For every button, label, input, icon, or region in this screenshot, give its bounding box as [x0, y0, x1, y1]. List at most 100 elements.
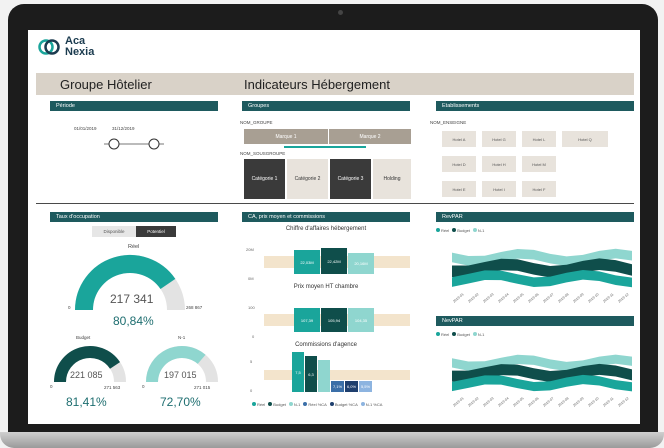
nom-enseigne-label: NOM_ENSEIGNE — [430, 120, 467, 125]
nevpar-month-tick: 2019-06 — [527, 396, 540, 408]
brand-line2: Nexia — [65, 46, 95, 58]
com-bar-budget-pct: 6,0% — [345, 381, 358, 392]
laptop-frame: Aca Nexia Groupe Hôtelier Indicateurs Hé… — [0, 0, 664, 448]
revpar-legend: Réel Budget N-1 — [436, 228, 484, 233]
gauge-budget-max: 271 563 — [104, 385, 121, 390]
legend-n1: N-1 — [293, 402, 301, 407]
nom-sousgroupe-label: NOM_SOUSGROUPE — [240, 151, 286, 156]
prix-chart-title: Prix moyen HT chambre — [293, 284, 359, 290]
slider-start-handle[interactable] — [108, 138, 120, 150]
legend-reel: Réel — [257, 402, 266, 407]
gauge-n1-min: 0 — [142, 384, 145, 389]
ca-header: CA, prix moyen et commissions — [242, 212, 410, 222]
hotel-tile[interactable]: Hotel D — [442, 156, 476, 172]
hotel-tile[interactable]: Hotel A — [442, 131, 476, 147]
legend-n1-pct: N-1 %CA — [365, 402, 383, 407]
nevpar-month-tick: 2019-12 — [617, 396, 630, 408]
prix-axis-zero: 0 — [252, 334, 255, 339]
page-title-indicators: Indicateurs Hébergement — [244, 77, 390, 92]
revpar-month-tick: 2019-09 — [572, 292, 585, 304]
nevpar-header: NevPAR — [436, 316, 634, 326]
nevpar-legend-budget: Budget — [457, 332, 470, 337]
slicer-categorie-1[interactable]: Catégorie 1 — [244, 159, 285, 199]
prix-bar-budget: 105,94 — [321, 308, 347, 332]
com-bar-reel: 7,5 — [292, 352, 304, 392]
slider-end-handle[interactable] — [148, 138, 160, 150]
nevpar-legend: Réel Budget N-1 — [436, 332, 484, 337]
com-bar-reel-pct: 7,1% — [331, 381, 344, 392]
brand-logo: Aca Nexia — [38, 36, 94, 58]
hotel-tile[interactable]: Hotel E — [442, 181, 476, 197]
slicer-categorie-2[interactable]: Catégorie 2 — [287, 159, 328, 199]
hotel-tile[interactable]: Hotel F — [522, 181, 556, 197]
nevpar-month-tick: 2019-10 — [587, 396, 600, 408]
ca-bar-n1: 20,16M — [348, 253, 374, 274]
etablissements-header: Etablissements — [436, 101, 634, 111]
com-bar-n1-pct: 5,5% — [359, 381, 372, 392]
period-slider[interactable] — [104, 137, 164, 151]
gauge-reel-min: 0 — [68, 305, 71, 310]
slicer-holding[interactable]: Holding — [373, 159, 411, 199]
webcam — [338, 10, 343, 15]
nevpar-month-tick: 2019-04 — [497, 396, 510, 408]
ca-legend: Réel Budget N-1 Réel %CA Budget %CA N-1 … — [252, 402, 382, 407]
prix-bar-reel: 107,39 — [294, 308, 320, 332]
revpar-legend-n1: N-1 — [477, 228, 485, 233]
title-bar: Groupe Hôtelier Indicateurs Hébergement — [36, 73, 634, 95]
toggle-disponible[interactable]: Disponible — [92, 226, 136, 237]
gauge-budget-min: 0 — [50, 384, 53, 389]
gauge-n1-pct: 72,70% — [160, 395, 201, 409]
revpar-month-tick: 2019-10 — [587, 292, 600, 304]
revpar-month-tick: 2019-11 — [602, 292, 615, 304]
hotel-tile[interactable]: Hotel L — [522, 131, 556, 147]
scroll-indicator — [284, 146, 366, 148]
revpar-legend-reel: Réel — [441, 228, 450, 233]
period-end-date[interactable]: 31/12/2019 — [112, 126, 135, 131]
hotel-tile[interactable]: Hotel G — [482, 131, 516, 147]
hotel-tile[interactable]: Hotel H — [482, 156, 516, 172]
slicer-marque-1[interactable]: Marque 1 — [244, 129, 328, 144]
nevpar-legend-n1: N-1 — [477, 332, 485, 337]
ca-bar-reel: 22,03M — [294, 250, 320, 274]
slicer-categorie-3[interactable]: Catégorie 3 — [330, 159, 371, 199]
gauge-reel-value: 217 341 — [110, 292, 154, 306]
com-bar-n1 — [318, 360, 330, 392]
revpar-legend-budget: Budget — [457, 228, 470, 233]
gauge-reel-pct: 80,84% — [113, 314, 154, 328]
revpar-month-tick: 2019-06 — [527, 292, 540, 304]
laptop-base — [0, 432, 664, 448]
slicer-marque-2[interactable]: Marque 2 — [329, 129, 411, 144]
revpar-month-tick: 2019-02 — [467, 292, 480, 304]
gauge-budget-value: 221 085 — [70, 370, 103, 380]
revpar-month-tick: 2019-12 — [617, 292, 630, 304]
revpar-month-tick: 2019-05 — [512, 292, 525, 304]
gauge-n1-label: N-1 — [178, 335, 186, 340]
page-title-group: Groupe Hôtelier — [60, 77, 152, 92]
periode-header: Période — [50, 101, 218, 111]
gauge-n1-max: 271 015 — [194, 385, 211, 390]
nom-groupe-label: NOM_GROUPE — [240, 120, 273, 125]
revpar-month-tick: 2019-08 — [557, 292, 570, 304]
nevpar-month-tick: 2019-07 — [542, 396, 555, 408]
com-axis-top: 5 — [250, 359, 253, 364]
nevpar-legend-reel: Réel — [441, 332, 450, 337]
nevpar-month-tick: 2019-03 — [482, 396, 495, 408]
legend-reel-pct: Réel %CA — [308, 402, 327, 407]
commissions-chart-title: Commissions d'agence — [295, 342, 357, 348]
legend-budget-pct: Budget %CA — [334, 402, 358, 407]
taux-header: Taux d'occupation — [50, 212, 218, 222]
gauge-n1-value: 197 015 — [164, 370, 197, 380]
dashboard-screen: Aca Nexia Groupe Hôtelier Indicateurs Hé… — [28, 30, 640, 424]
nevpar-ribbon-chart — [452, 354, 632, 392]
toggle-potentiel[interactable]: Potentiel — [136, 226, 176, 237]
gauge-reel-label: Réel — [128, 244, 140, 250]
gauge-budget-label: Budget — [76, 335, 91, 340]
nevpar-month-tick: 2019-08 — [557, 396, 570, 408]
logo-icon — [38, 39, 60, 55]
hotel-tile[interactable]: Hotel Q — [562, 131, 608, 147]
hotel-tile[interactable]: Hotel M — [522, 156, 556, 172]
revpar-ribbon-chart — [452, 248, 632, 288]
nevpar-month-tick: 2019-11 — [602, 396, 615, 408]
hotel-tile[interactable]: Hotel I — [482, 181, 516, 197]
period-start-date[interactable]: 01/01/2019 — [74, 126, 97, 131]
